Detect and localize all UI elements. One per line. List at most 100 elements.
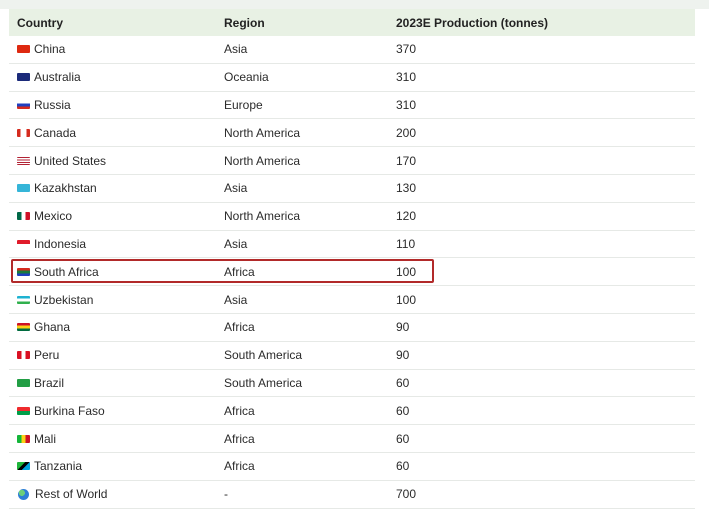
header-region: Region [224, 15, 265, 30]
header-country: Country [17, 15, 63, 30]
production-cell: 100 [396, 264, 417, 279]
region-cell: South America [224, 348, 303, 363]
table-row: Indonesia Asia 110 [9, 231, 695, 259]
country-cell: Indonesia [9, 237, 224, 251]
country-name: Australia [34, 70, 81, 85]
country-cell: Kazakhstan [9, 181, 224, 195]
region-cell: South America [224, 375, 303, 390]
table-row: Mali Africa 60 [9, 425, 695, 453]
production-cell: 200 [396, 125, 417, 140]
region-cell: Africa [224, 403, 255, 418]
country-cell: Uzbekistan [9, 293, 224, 307]
production-cell: 170 [396, 153, 417, 168]
country-cell: South Africa [9, 265, 224, 279]
region-cell: Africa [224, 459, 255, 474]
globe-icon [18, 488, 29, 500]
production-cell: 310 [396, 97, 417, 112]
flag-china-icon [17, 45, 30, 54]
country-cell: Burkina Faso [9, 404, 224, 418]
country-cell: Canada [9, 126, 224, 140]
flag-peru-icon [17, 351, 30, 360]
flag-russia-icon [17, 100, 30, 109]
country-name: Mexico [34, 209, 73, 224]
country-cell: Mali [9, 432, 224, 446]
table-row: Tanzania Africa 60 [9, 453, 695, 481]
country-cell: Brazil [9, 376, 224, 390]
country-name: South Africa [34, 264, 99, 279]
country-name: Kazakhstan [34, 181, 97, 196]
production-cell: 60 [396, 431, 410, 446]
flag-brazil-icon [17, 378, 30, 387]
country-name: Peru [34, 348, 60, 363]
table-row: Uzbekistan Asia 100 [9, 286, 695, 314]
flag-tanzania-icon [17, 462, 30, 471]
table-row: United States North America 170 [9, 147, 695, 175]
country-name: Indonesia [34, 236, 87, 251]
flag-canada-icon [17, 128, 30, 137]
country-cell: Ghana [9, 320, 224, 334]
country-name: China [34, 42, 66, 57]
region-cell: Africa [224, 264, 255, 279]
table-row: Australia Oceania 310 [9, 64, 695, 92]
table-row: China Asia 370 [9, 36, 695, 64]
table-row: Brazil South America 60 [9, 370, 695, 398]
country-name: Mali [34, 431, 57, 446]
country-name: Brazil [34, 375, 65, 390]
country-cell: Peru [9, 348, 224, 362]
production-cell: 310 [396, 70, 417, 85]
production-cell: 130 [396, 181, 417, 196]
table-row: Rest of World - 700 [9, 481, 695, 509]
production-cell: 370 [396, 42, 417, 57]
country-cell: Mexico [9, 209, 224, 223]
region-cell: Asia [224, 236, 248, 251]
country-cell: United States [9, 154, 224, 168]
table-body: China Asia 370 Australia Oceania 310 Russia Eur… [9, 36, 695, 509]
production-cell: 120 [396, 209, 417, 224]
country-name: Russia [34, 97, 71, 112]
region-cell: Africa [224, 320, 255, 335]
region-cell: Europe [224, 97, 263, 112]
flag-burkina-faso-icon [17, 406, 30, 415]
region-cell: North America [224, 125, 301, 140]
production-cell: 110 [396, 236, 416, 251]
production-cell: 60 [396, 403, 410, 418]
country-name: Burkina Faso [34, 403, 105, 418]
table-row: Canada North America 200 [9, 119, 695, 148]
flag-kazakhstan-icon [17, 184, 30, 193]
country-cell: Australia [9, 70, 224, 84]
flag-ghana-icon [17, 323, 30, 332]
region-cell: Oceania [224, 70, 269, 85]
country-cell: Tanzania [9, 459, 224, 473]
region-cell: - [224, 487, 228, 502]
top-strip [0, 0, 709, 9]
production-cell: 100 [396, 292, 417, 307]
country-cell: Rest of World [9, 487, 224, 501]
flag-uzbekistan-icon [17, 295, 30, 304]
country-cell: Russia [9, 98, 224, 112]
production-table: Country Region 2023E Production (tonnes)… [9, 9, 695, 509]
table-row: Burkina Faso Africa 60 [9, 397, 695, 426]
table-row: Kazakhstan Asia 130 [9, 175, 695, 203]
flag-mexico-icon [17, 212, 30, 221]
production-cell: 60 [396, 459, 410, 474]
table-row: Mexico North America 120 [9, 203, 695, 231]
region-cell: North America [224, 209, 301, 224]
production-cell: 90 [396, 348, 410, 363]
region-cell: Asia [224, 181, 248, 196]
table-row: South Africa Africa 100 [9, 258, 695, 287]
country-cell: China [9, 42, 224, 56]
table-row: Peru South America 90 [9, 342, 695, 370]
flag-mali-icon [17, 434, 30, 443]
country-name: Rest of World [35, 487, 108, 502]
region-cell: Asia [224, 42, 248, 57]
region-cell: Asia [224, 292, 248, 307]
table-row: Ghana Africa 90 [9, 314, 695, 342]
flag-indonesia-icon [17, 239, 30, 248]
country-name: United States [34, 153, 107, 168]
flag-australia-icon [17, 73, 30, 82]
country-name: Ghana [34, 320, 71, 335]
region-cell: Africa [224, 431, 255, 446]
country-name: Canada [34, 125, 77, 140]
production-cell: 90 [396, 320, 410, 335]
country-name: Tanzania [34, 459, 83, 474]
